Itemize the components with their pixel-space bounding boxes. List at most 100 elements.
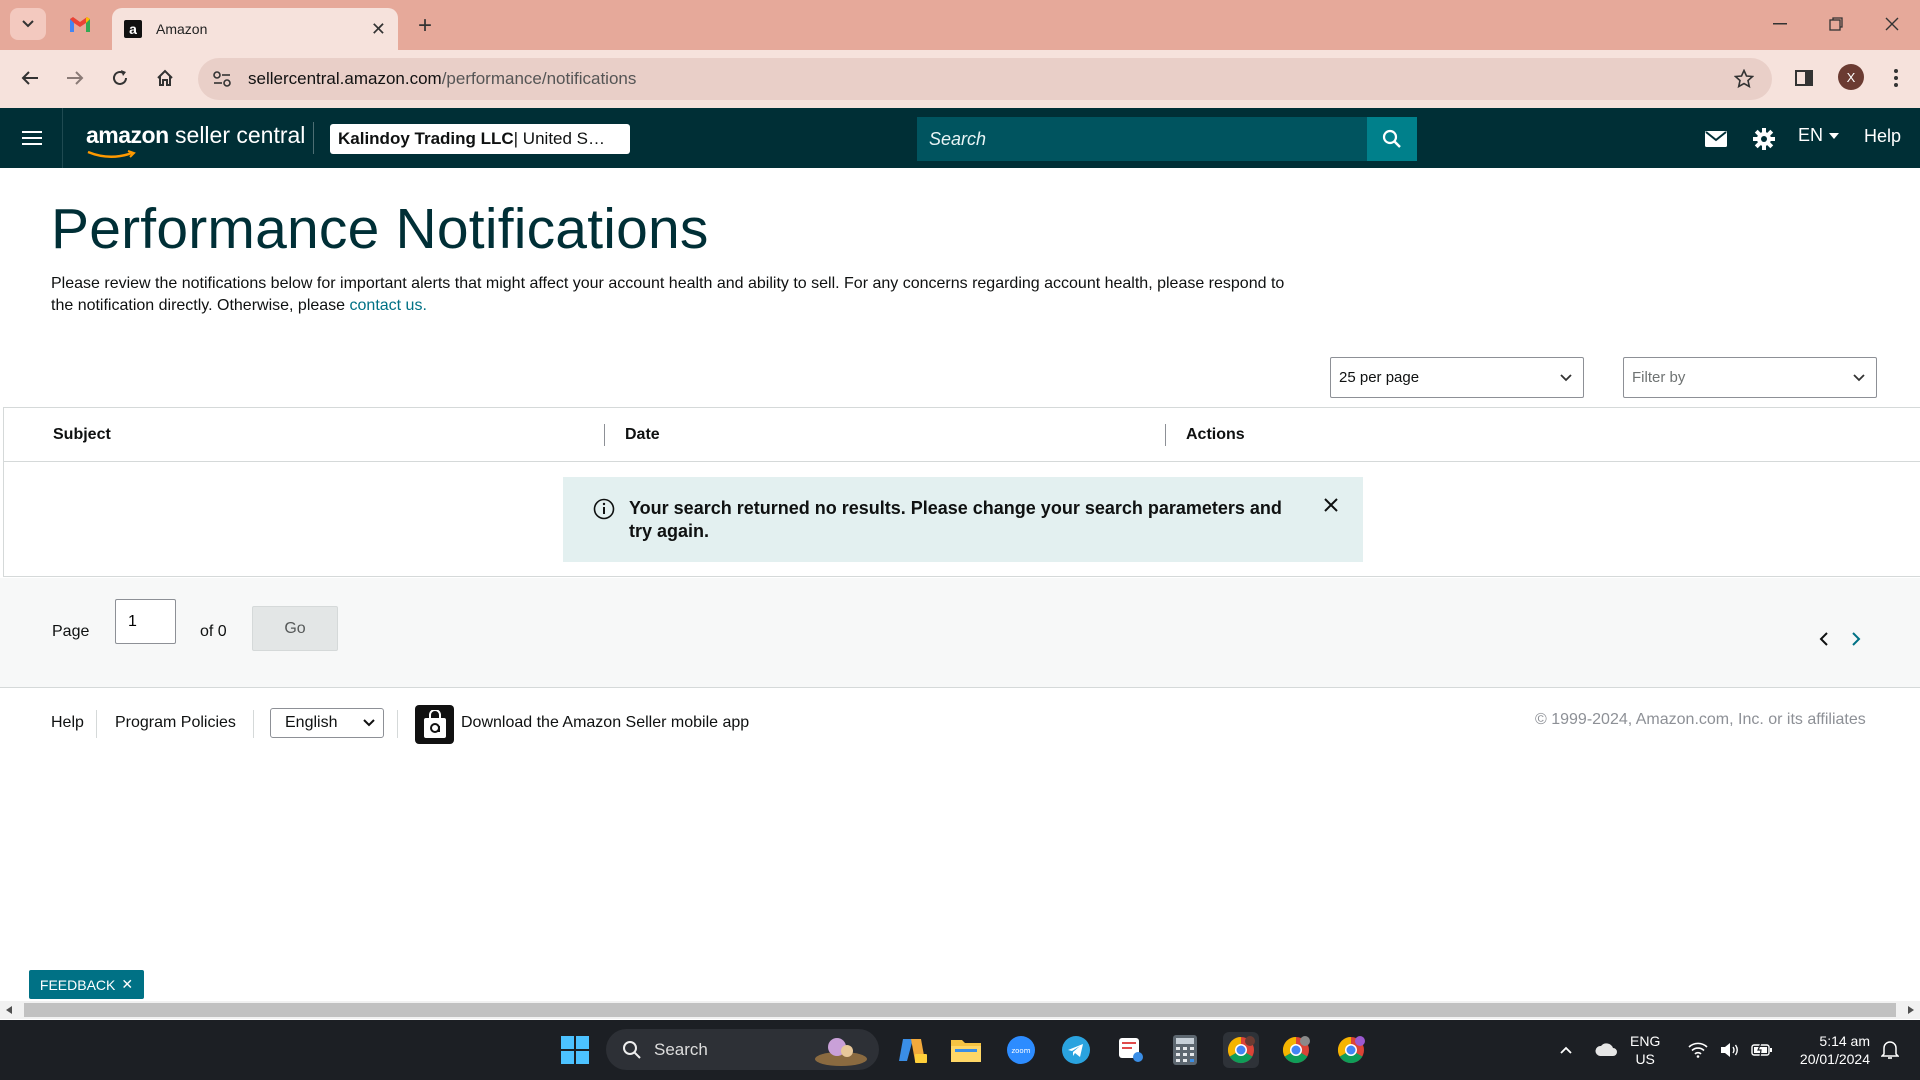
- address-bar[interactable]: sellercentral.amazon.com/performance/not…: [198, 58, 1772, 100]
- forward-button[interactable]: [57, 60, 93, 96]
- merchant-name: Kalindoy Trading LLC: [338, 129, 514, 148]
- footer-divider: [397, 710, 398, 738]
- feedback-button[interactable]: FEEDBACK ✕: [29, 970, 144, 999]
- caret-down-icon: [1829, 132, 1840, 139]
- gmail-icon: [70, 17, 90, 32]
- input-language-indicator[interactable]: ENG US: [1630, 1032, 1660, 1068]
- program-policies-link[interactable]: Program Policies: [115, 714, 236, 732]
- site-info-icon[interactable]: [212, 70, 232, 88]
- taskbar-copilot[interactable]: [894, 1032, 930, 1068]
- page-total: of 0: [200, 623, 227, 640]
- column-header-date[interactable]: Date: [625, 426, 660, 444]
- taskbar-calculator[interactable]: [1167, 1032, 1203, 1068]
- show-hidden-icons-button[interactable]: [1548, 1032, 1584, 1068]
- browser-menu-button[interactable]: [1878, 60, 1914, 96]
- browser-tab-bar: a Amazon ✕ +: [0, 0, 1920, 50]
- chevron-down-icon: [363, 719, 375, 727]
- footer-divider: [253, 710, 254, 738]
- help-link[interactable]: Help: [1864, 126, 1901, 147]
- windows-taskbar: Search zoom ENG US 5:14 am 20/01/2024: [0, 1020, 1920, 1080]
- messages-button[interactable]: [1702, 126, 1730, 152]
- go-button[interactable]: Go: [252, 606, 338, 651]
- language-menu[interactable]: EN: [1798, 125, 1840, 146]
- wifi-icon: [1688, 1042, 1708, 1058]
- search-input[interactable]: Search: [917, 117, 1367, 161]
- minimize-button[interactable]: [1760, 10, 1800, 38]
- column-divider: [1165, 424, 1166, 446]
- search-button[interactable]: [1367, 117, 1417, 161]
- page-label: Page: [52, 623, 90, 640]
- taskbar-file-explorer[interactable]: [948, 1032, 984, 1068]
- filter-placeholder: Filter by: [1632, 369, 1686, 386]
- settings-button[interactable]: [1750, 126, 1778, 152]
- gear-icon: [1753, 128, 1775, 150]
- seller-app-icon[interactable]: [415, 705, 454, 744]
- previous-page-button[interactable]: [1818, 632, 1830, 646]
- scroll-left-icon[interactable]: [6, 1006, 12, 1014]
- tab-gmail[interactable]: [60, 8, 100, 42]
- calculator-icon: [1173, 1035, 1197, 1065]
- tab-amazon[interactable]: a Amazon ✕: [112, 8, 398, 50]
- back-button[interactable]: [12, 60, 48, 96]
- folder-icon: [951, 1040, 981, 1062]
- taskbar-chrome-profile-3[interactable]: [1333, 1032, 1369, 1068]
- no-results-message: Your search returned no results. Please …: [629, 498, 1282, 541]
- header-divider: [313, 122, 314, 154]
- start-button[interactable]: [557, 1032, 593, 1068]
- taskbar-telegram[interactable]: [1058, 1032, 1094, 1068]
- taskbar-zoom[interactable]: zoom: [1003, 1032, 1039, 1068]
- search-highlight-icon: [815, 1038, 867, 1066]
- reload-button[interactable]: [102, 60, 138, 96]
- new-tab-button[interactable]: +: [410, 12, 440, 40]
- horizontal-scrollbar[interactable]: [0, 1001, 1920, 1019]
- reload-icon: [113, 70, 127, 85]
- profile-avatar[interactable]: X: [1838, 64, 1864, 90]
- column-header-actions[interactable]: Actions: [1186, 426, 1245, 444]
- taskbar-chrome-active[interactable]: [1223, 1032, 1259, 1068]
- tab-title: Amazon: [156, 21, 208, 37]
- close-tab-icon[interactable]: ✕: [371, 19, 386, 40]
- download-app-link[interactable]: Download the Amazon Seller mobile app: [461, 714, 749, 732]
- close-icon: [1324, 498, 1338, 512]
- per-page-select[interactable]: 25 per page: [1330, 357, 1584, 398]
- side-panel-button[interactable]: [1786, 60, 1822, 96]
- scroll-right-icon[interactable]: [1908, 1006, 1914, 1014]
- close-icon: [1885, 17, 1899, 31]
- home-button[interactable]: [147, 60, 183, 96]
- restore-button[interactable]: [1816, 10, 1856, 38]
- contact-us-link[interactable]: contact us.: [350, 297, 427, 314]
- battery-icon: [1751, 1043, 1772, 1057]
- notifications-button[interactable]: [1872, 1032, 1908, 1068]
- close-window-button[interactable]: [1872, 10, 1912, 38]
- home-icon: [157, 69, 173, 86]
- side-panel-icon: [1795, 70, 1813, 86]
- chrome-icon: [1282, 1036, 1310, 1064]
- bell-icon: [1881, 1041, 1899, 1059]
- filter-select[interactable]: Filter by: [1623, 357, 1877, 398]
- next-page-button[interactable]: [1850, 632, 1862, 646]
- volume-status[interactable]: [1712, 1032, 1748, 1068]
- merchant-marketplace-switcher[interactable]: Kalindoy Trading LLC | United S…: [330, 124, 630, 154]
- dismiss-alert-button[interactable]: [1323, 497, 1339, 513]
- tab-search-button[interactable]: [10, 8, 46, 40]
- onedrive-button[interactable]: [1588, 1032, 1624, 1068]
- taskbar-chrome-profile-2[interactable]: [1278, 1032, 1314, 1068]
- footer-help-link[interactable]: Help: [51, 714, 84, 732]
- amazon-favicon-icon: a: [124, 20, 142, 38]
- shopping-bag-icon: [423, 709, 446, 738]
- bookmark-star-button[interactable]: [1734, 69, 1754, 89]
- column-header-subject[interactable]: Subject: [53, 426, 111, 444]
- hamburger-menu-button[interactable]: [18, 124, 46, 152]
- chevron-down-icon: [1853, 374, 1865, 382]
- footer-language-select[interactable]: English: [270, 708, 384, 738]
- taskbar-snipping-tool[interactable]: [1113, 1032, 1149, 1068]
- copilot-icon: [899, 1039, 927, 1063]
- taskbar-search[interactable]: Search: [606, 1029, 879, 1070]
- page-number-input[interactable]: [115, 599, 176, 644]
- telegram-icon: [1062, 1036, 1090, 1064]
- battery-status[interactable]: [1744, 1032, 1780, 1068]
- wifi-status[interactable]: [1680, 1032, 1716, 1068]
- taskbar-clock[interactable]: 5:14 am 20/01/2024: [1786, 1032, 1870, 1068]
- scrollbar-thumb[interactable]: [24, 1003, 1896, 1017]
- close-feedback-icon[interactable]: ✕: [121, 976, 133, 993]
